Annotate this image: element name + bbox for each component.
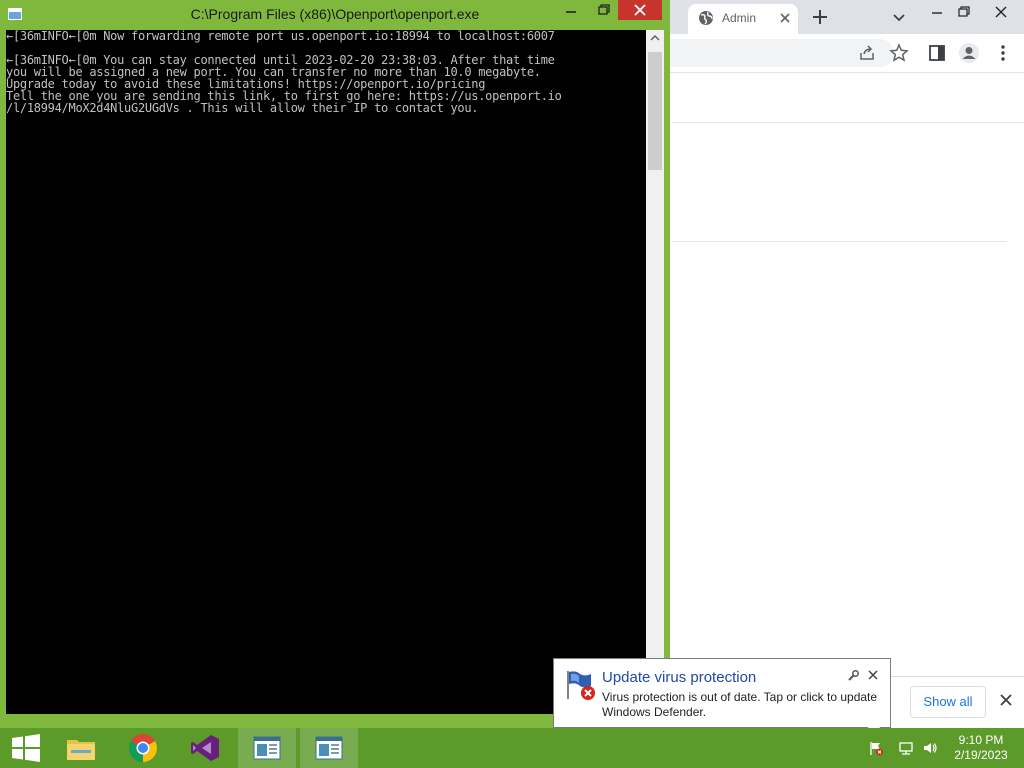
chrome-tab-strip: Admin P bbox=[664, 0, 1024, 34]
windows-flag-error-icon bbox=[567, 671, 595, 700]
defender-notification[interactable]: Update virus protection Virus protection… bbox=[553, 658, 891, 728]
content-divider bbox=[672, 241, 1007, 242]
chrome-logo-icon bbox=[129, 734, 157, 762]
system-clock[interactable]: 9:10 PM 2/19/2023 bbox=[946, 733, 1016, 763]
volume-icon[interactable] bbox=[922, 740, 938, 756]
taskbar-file-explorer[interactable] bbox=[52, 728, 110, 768]
close-icon[interactable] bbox=[866, 668, 880, 682]
profile-avatar-icon[interactable] bbox=[958, 42, 980, 64]
chevron-down-icon[interactable] bbox=[889, 7, 909, 27]
restore-icon[interactable] bbox=[590, 0, 618, 20]
tab-title: Admin P bbox=[722, 11, 760, 25]
action-center-flag-icon[interactable] bbox=[868, 740, 884, 756]
side-panel-icon[interactable] bbox=[926, 42, 948, 64]
chrome-browser-window: Admin P bbox=[664, 0, 1024, 728]
taskbar: 9:10 PM 2/19/2023 bbox=[0, 728, 1024, 768]
bookmark-star-icon[interactable] bbox=[888, 42, 910, 64]
close-icon bbox=[634, 4, 646, 16]
chrome-toolbar bbox=[664, 34, 1024, 73]
start-button[interactable] bbox=[0, 728, 58, 768]
vertical-scrollbar[interactable] bbox=[646, 30, 664, 714]
new-tab-icon[interactable] bbox=[810, 7, 830, 27]
minimize-icon[interactable] bbox=[556, 0, 586, 20]
console-text-block: ←[36mINFO←[0m Now forwarding remote port… bbox=[6, 30, 562, 114]
console-line: ←[36mINFO←[0m Now forwarding remote port… bbox=[6, 30, 555, 43]
console-titlebar[interactable]: C:\Program Files (x86)\Openport\openport… bbox=[0, 0, 670, 30]
console-output[interactable]: ←[36mINFO←[0m Now forwarding remote port… bbox=[6, 30, 646, 714]
globe-icon bbox=[699, 11, 713, 25]
console-window: C:\Program Files (x86)\Openport\openport… bbox=[0, 0, 670, 720]
windows-logo-icon bbox=[12, 734, 40, 762]
network-icon[interactable] bbox=[898, 740, 914, 756]
scrollbar-thumb[interactable] bbox=[648, 52, 662, 170]
content-divider bbox=[672, 122, 1024, 123]
taskbar-visual-studio[interactable] bbox=[176, 728, 234, 768]
console-app-icon bbox=[253, 736, 281, 760]
more-menu-icon[interactable] bbox=[992, 42, 1014, 64]
close-icon[interactable] bbox=[986, 2, 1016, 22]
browser-tab-admin[interactable]: Admin P bbox=[688, 4, 798, 34]
scroll-up-icon[interactable] bbox=[646, 30, 664, 46]
taskbar-openport-window[interactable] bbox=[238, 728, 296, 768]
close-icon[interactable] bbox=[997, 691, 1015, 709]
console-app-icon bbox=[315, 736, 343, 760]
console-line: /l/18994/MoX2d4NluG2UGdVs . This will al… bbox=[6, 101, 479, 115]
restore-icon[interactable] bbox=[948, 2, 978, 22]
visual-studio-icon bbox=[191, 735, 219, 761]
share-icon[interactable] bbox=[856, 42, 878, 64]
show-all-button[interactable]: Show all bbox=[910, 686, 986, 718]
wrench-icon[interactable] bbox=[846, 669, 860, 683]
taskbar-chrome[interactable] bbox=[114, 728, 172, 768]
taskbar-openport-window[interactable] bbox=[300, 728, 358, 768]
tab-close-icon[interactable] bbox=[776, 9, 794, 27]
notification-body: Virus protection is out of date. Tap or … bbox=[602, 690, 878, 719]
clock-time: 9:10 PM bbox=[958, 733, 1004, 747]
close-button[interactable] bbox=[618, 0, 662, 20]
folder-icon bbox=[67, 740, 95, 760]
clock-date: 2/19/2023 bbox=[954, 748, 1008, 762]
notification-title: Update virus protection bbox=[602, 669, 757, 686]
